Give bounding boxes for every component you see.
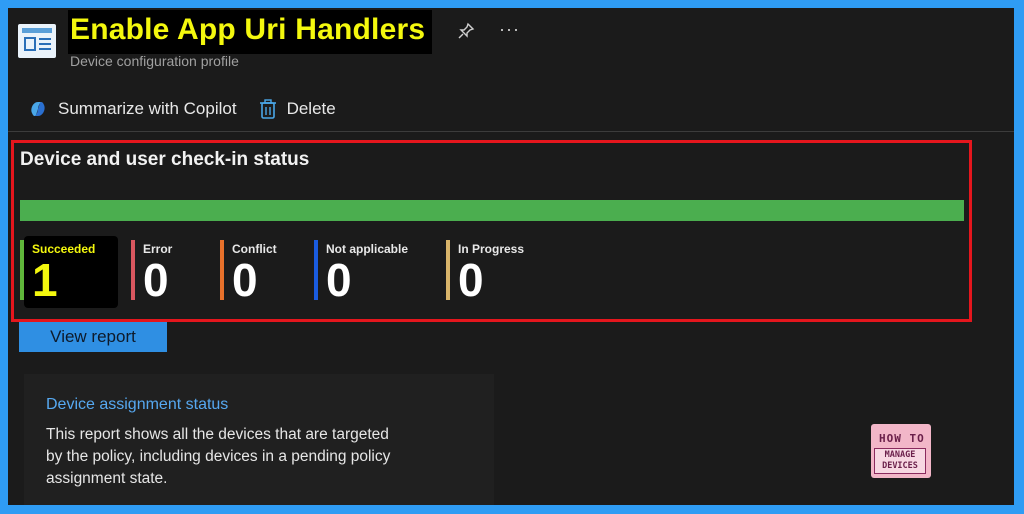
stat-conflict-bar bbox=[220, 240, 224, 300]
logo-manage-box: MANAGE DEVICES bbox=[874, 448, 926, 474]
device-assignment-card: Device assignment status This report sho… bbox=[24, 374, 494, 505]
stat-in-progress-value: 0 bbox=[458, 254, 484, 306]
logo-howto-text: HOW TO bbox=[879, 432, 925, 445]
stat-conflict-value: 0 bbox=[232, 254, 258, 306]
stat-in-progress-bar bbox=[446, 240, 450, 300]
howto-manage-devices-logo: HOW TO MANAGE DEVICES bbox=[871, 424, 931, 478]
stat-not-applicable-bar bbox=[314, 240, 318, 300]
stat-not-applicable-value: 0 bbox=[326, 254, 352, 306]
stat-succeeded-bar bbox=[20, 240, 24, 300]
delete-button[interactable]: Delete bbox=[259, 98, 336, 120]
trash-icon bbox=[259, 99, 276, 119]
checkin-status-title: Device and user check-in status bbox=[20, 149, 310, 170]
logo-devices-text: DEVICES bbox=[882, 461, 918, 471]
app-frame: Enable App Uri Handlers ··· Device confi… bbox=[8, 8, 1014, 505]
checkin-progress-bar bbox=[20, 200, 964, 221]
device-assignment-description: This report shows all the devices that a… bbox=[46, 426, 391, 487]
copilot-icon bbox=[31, 101, 45, 117]
command-bar: Summarize with Copilot Delete bbox=[28, 96, 358, 122]
stat-error-bar bbox=[131, 240, 135, 300]
delete-label: Delete bbox=[286, 99, 336, 118]
device-profile-icon bbox=[18, 24, 56, 58]
page-subtitle: Device configuration profile bbox=[70, 53, 239, 69]
pin-icon[interactable] bbox=[457, 22, 475, 45]
checkin-progress-fill bbox=[20, 200, 964, 221]
device-assignment-link[interactable]: Device assignment status bbox=[46, 396, 228, 414]
view-report-button[interactable]: View report bbox=[19, 322, 167, 352]
summarize-copilot-label: Summarize with Copilot bbox=[58, 99, 237, 118]
logo-manage-text: MANAGE bbox=[884, 450, 916, 460]
summarize-copilot-button[interactable]: Summarize with Copilot bbox=[28, 99, 237, 119]
stat-error-value: 0 bbox=[143, 254, 169, 306]
more-options-icon[interactable]: ··· bbox=[499, 19, 520, 40]
stat-succeeded-value: 1 bbox=[32, 254, 58, 306]
page-title: Enable App Uri Handlers bbox=[70, 13, 426, 46]
header-divider bbox=[8, 131, 1014, 132]
